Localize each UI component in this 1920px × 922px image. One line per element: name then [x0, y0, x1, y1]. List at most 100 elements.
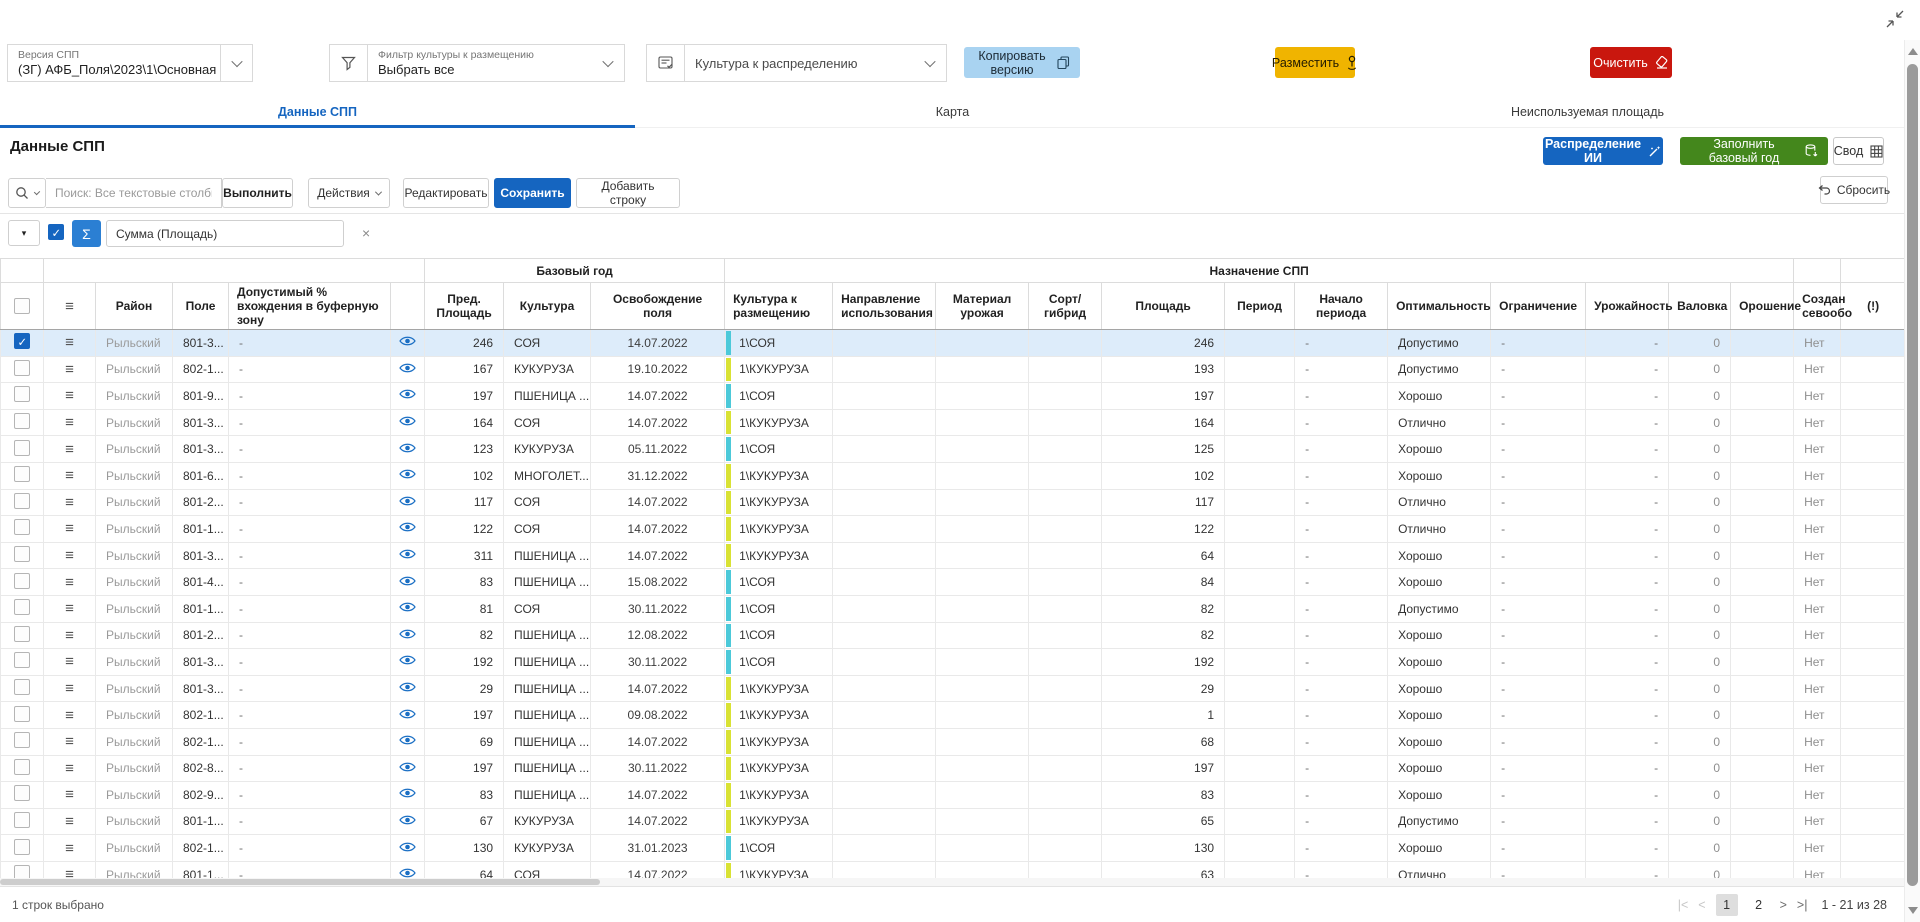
row-checkbox[interactable] [14, 573, 30, 589]
table-row[interactable]: ≡Рыльский801-3...-123КУКУРУЗА05.11.20221… [1, 436, 1906, 463]
material-cell[interactable] [936, 436, 1029, 463]
irrigation-cell[interactable] [1731, 649, 1794, 676]
row-select-cell[interactable] [1, 383, 44, 410]
row-select-cell[interactable] [1, 808, 44, 835]
go-button[interactable]: Выполнить [222, 178, 293, 208]
period-start-cell[interactable]: - [1295, 649, 1388, 676]
culture-cell[interactable]: КУКУРУЗА [504, 436, 591, 463]
prev-area-cell[interactable]: 29 [425, 675, 504, 702]
warn-cell[interactable] [1841, 782, 1906, 809]
restriction-cell[interactable]: - [1491, 489, 1586, 516]
row-menu-cell[interactable]: ≡ [44, 782, 96, 809]
buffer-cell[interactable]: - [229, 782, 391, 809]
period-start-cell[interactable]: - [1295, 728, 1388, 755]
yield-cell[interactable]: - [1586, 835, 1669, 862]
yield-cell[interactable]: - [1586, 330, 1669, 357]
release-date-cell[interactable]: 14.07.2022 [591, 330, 725, 357]
yield-cell[interactable]: - [1586, 542, 1669, 569]
first-page-button[interactable]: |< [1678, 898, 1689, 912]
release-date-cell[interactable]: 05.11.2022 [591, 436, 725, 463]
prev-area-cell[interactable]: 83 [425, 569, 504, 596]
area-cell[interactable]: 64 [1102, 542, 1225, 569]
tab-karta[interactable]: Карта [635, 100, 1270, 127]
table-row[interactable]: ≡Рыльский801-3...-311ПШЕНИЦА ...14.07.20… [1, 542, 1906, 569]
period-start-cell[interactable]: - [1295, 622, 1388, 649]
version-select[interactable]: Версия СПП (ЗГ) АФБ_Поля\2023\1\Основная [7, 44, 253, 82]
table-row[interactable]: ≡Рыльский801-6...-102МНОГОЛЕТ...31.12.20… [1, 462, 1906, 489]
row-menu-icon[interactable]: ≡ [44, 387, 95, 404]
row-checkbox[interactable] [14, 413, 30, 429]
row-checkbox[interactable] [14, 812, 30, 828]
direction-cell[interactable] [833, 622, 936, 649]
aggregation-dropdown-button[interactable]: ▾ [8, 220, 40, 246]
placement-cell[interactable]: 1\СОЯ [725, 595, 833, 622]
placement-cell[interactable]: 1\КУКУРУЗА [725, 489, 833, 516]
irrigation-cell[interactable] [1731, 383, 1794, 410]
row-select-cell[interactable] [1, 489, 44, 516]
restriction-cell[interactable]: - [1491, 542, 1586, 569]
buffer-cell[interactable]: - [229, 595, 391, 622]
svod-button[interactable]: Свод [1833, 137, 1884, 165]
table-row[interactable]: ≡Рыльский802-1...-167КУКУРУЗА19.10.20221… [1, 356, 1906, 383]
direction-cell[interactable] [833, 595, 936, 622]
table-row[interactable]: ≡Рыльский801-4...-83ПШЕНИЦА ...15.08.202… [1, 569, 1906, 596]
row-menu-icon[interactable]: ≡ [44, 441, 95, 458]
prev-area-cell[interactable]: 197 [425, 702, 504, 729]
warn-cell[interactable] [1841, 383, 1906, 410]
period-start-cell[interactable]: - [1295, 755, 1388, 782]
gross-cell[interactable]: 0 [1669, 595, 1731, 622]
gross-cell[interactable]: 0 [1669, 808, 1731, 835]
col-header-irrigation[interactable]: Орошение [1731, 283, 1794, 330]
field-cell[interactable]: 801-3... [173, 409, 229, 436]
row-menu-cell[interactable]: ≡ [44, 622, 96, 649]
row-select-cell[interactable] [1, 330, 44, 357]
sigma-sum-button[interactable]: Σ [72, 220, 101, 247]
warn-cell[interactable] [1841, 516, 1906, 543]
buffer-cell[interactable]: - [229, 409, 391, 436]
direction-cell[interactable] [833, 462, 936, 489]
buffer-cell[interactable]: - [229, 330, 391, 357]
period-cell[interactable] [1225, 782, 1295, 809]
view-cell[interactable] [391, 755, 425, 782]
actions-menu-button[interactable]: Действия [308, 178, 390, 208]
material-cell[interactable] [936, 835, 1029, 862]
view-cell[interactable] [391, 595, 425, 622]
clear-button[interactable]: Очистить [1590, 47, 1672, 78]
material-cell[interactable] [936, 782, 1029, 809]
sort-cell[interactable] [1029, 356, 1102, 383]
irrigation-cell[interactable] [1731, 835, 1794, 862]
period-start-cell[interactable]: - [1295, 489, 1388, 516]
culture-cell[interactable]: СОЯ [504, 516, 591, 543]
material-cell[interactable] [936, 595, 1029, 622]
row-select-cell[interactable] [1, 409, 44, 436]
eye-icon[interactable] [399, 521, 416, 533]
crop-rotation-cell[interactable]: Нет [1794, 755, 1841, 782]
gross-cell[interactable]: 0 [1669, 835, 1731, 862]
period-cell[interactable] [1225, 542, 1295, 569]
release-date-cell[interactable]: 31.12.2022 [591, 462, 725, 489]
direction-cell[interactable] [833, 675, 936, 702]
gross-cell[interactable]: 0 [1669, 383, 1731, 410]
version-select-dropdown-button[interactable] [220, 45, 252, 81]
buffer-cell[interactable]: - [229, 728, 391, 755]
table-row[interactable]: ≡Рыльский801-1...-67КУКУРУЗА14.07.20221\… [1, 808, 1906, 835]
sort-cell[interactable] [1029, 755, 1102, 782]
field-cell[interactable]: 801-2... [173, 622, 229, 649]
row-menu-cell[interactable]: ≡ [44, 569, 96, 596]
culture-cell[interactable]: ПШЕНИЦА ... [504, 569, 591, 596]
culture-cell[interactable]: ПШЕНИЦА ... [504, 542, 591, 569]
irrigation-cell[interactable] [1731, 542, 1794, 569]
gross-cell[interactable]: 0 [1669, 436, 1731, 463]
eye-icon[interactable] [399, 415, 416, 427]
period-start-cell[interactable]: - [1295, 782, 1388, 809]
row-select-cell[interactable] [1, 462, 44, 489]
buffer-cell[interactable]: - [229, 649, 391, 676]
row-select-cell[interactable] [1, 542, 44, 569]
culture-cell[interactable]: МНОГОЛЕТ... [504, 462, 591, 489]
sort-cell[interactable] [1029, 702, 1102, 729]
row-menu-cell[interactable]: ≡ [44, 808, 96, 835]
district-cell[interactable]: Рыльский [96, 782, 173, 809]
restriction-cell[interactable]: - [1491, 462, 1586, 489]
sort-cell[interactable] [1029, 330, 1102, 357]
buffer-cell[interactable]: - [229, 356, 391, 383]
